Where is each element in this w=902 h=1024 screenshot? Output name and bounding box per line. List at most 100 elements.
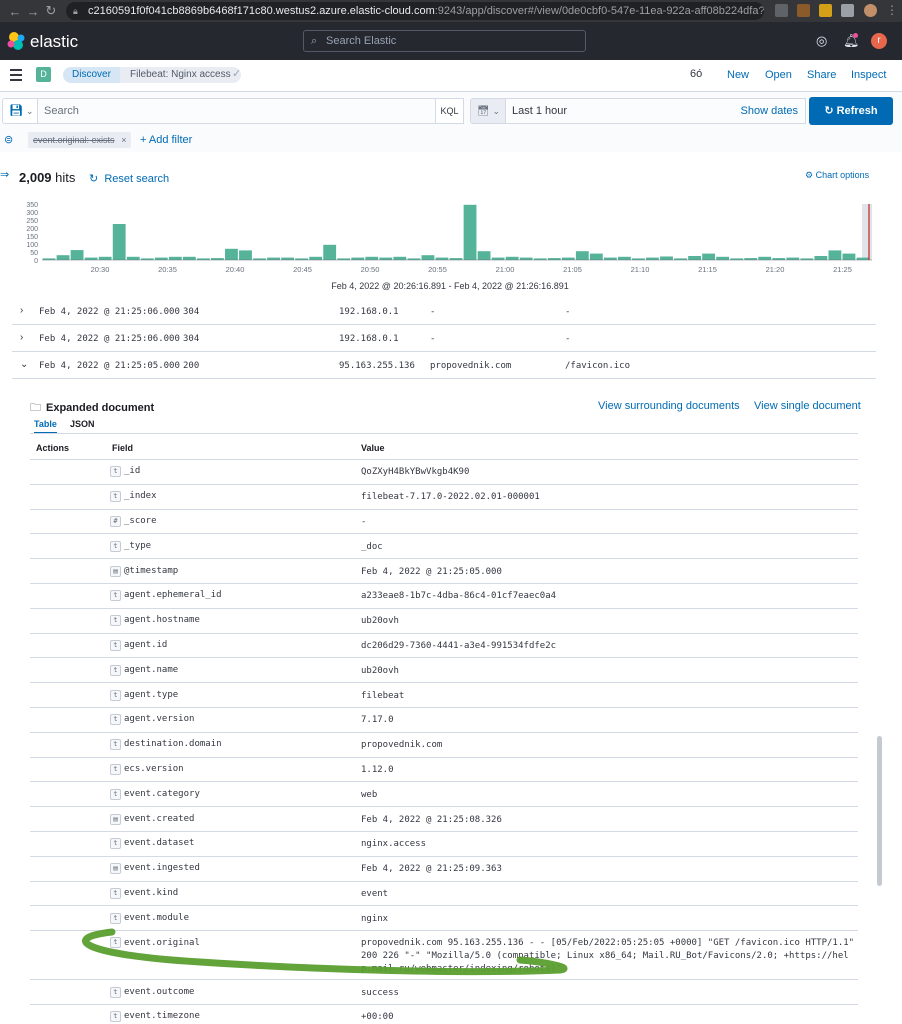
logo-text[interactable]: elastic bbox=[30, 32, 78, 52]
histogram-bar bbox=[365, 256, 379, 260]
expanded-doc-title-text: Expanded document bbox=[46, 402, 155, 414]
open-button[interactable]: Open bbox=[765, 69, 792, 81]
histogram-bar bbox=[477, 251, 491, 260]
histogram-bar bbox=[393, 256, 407, 260]
string-type-icon: t bbox=[110, 912, 121, 924]
filter-icon[interactable]: ⊜ bbox=[4, 133, 13, 146]
y-tick-label: 150 bbox=[26, 234, 38, 241]
tab-table[interactable]: Table bbox=[34, 419, 57, 434]
row-domain: - bbox=[430, 334, 436, 344]
y-tick-label: 300 bbox=[26, 210, 38, 217]
histogram-bar bbox=[98, 256, 112, 260]
menu-dots-icon[interactable]: ⋮ bbox=[886, 3, 898, 17]
row-path: - bbox=[565, 307, 571, 317]
share-icon[interactable] bbox=[775, 4, 788, 17]
search-icon: ⌕ bbox=[311, 35, 318, 47]
space-avatar[interactable]: D bbox=[36, 67, 51, 82]
histogram-bar bbox=[786, 257, 800, 260]
avatar[interactable]: r bbox=[871, 33, 887, 49]
scrollbar[interactable] bbox=[877, 736, 882, 886]
row-path: - bbox=[565, 334, 571, 344]
expand-chevron-icon[interactable]: › bbox=[20, 305, 23, 316]
row-status: 304 bbox=[183, 334, 200, 344]
field-row: t agent.type filebeat bbox=[30, 683, 858, 708]
calendar-icon: 📅︎ bbox=[477, 106, 490, 117]
histogram-bar bbox=[154, 257, 168, 260]
row-domain: - bbox=[430, 307, 436, 317]
table-row[interactable]: ⌄ Feb 4, 2022 @ 21:25:05.000 200 95.163.255… bbox=[12, 352, 876, 379]
field-row: t event.kind event bbox=[30, 882, 858, 907]
histogram-bar bbox=[267, 257, 280, 260]
histogram-bar bbox=[716, 256, 730, 260]
x-tick-label: 20:55 bbox=[428, 265, 447, 274]
forward-icon[interactable]: → bbox=[24, 4, 42, 19]
field-row: ▤ event.ingested Feb 4, 2022 @ 21:25:09.36… bbox=[30, 857, 858, 882]
histogram-bar bbox=[225, 248, 238, 260]
histogram-bar bbox=[168, 256, 182, 260]
extension-icon[interactable] bbox=[797, 4, 810, 17]
histogram-bar bbox=[126, 256, 140, 260]
field-value: filebeat bbox=[361, 690, 405, 701]
field-name: event.module bbox=[124, 912, 190, 923]
histogram-chart[interactable]: 350300250200150100500 20:30 20:35 20:40 20:4… bbox=[12, 160, 888, 280]
tab-json[interactable]: JSON bbox=[70, 419, 95, 432]
sidebar-toggle-icon[interactable]: ⇒ bbox=[0, 168, 9, 181]
add-filter-button[interactable]: + Add filter bbox=[140, 134, 192, 146]
refresh-button[interactable]: ↻ Refresh bbox=[809, 97, 893, 125]
view-single-link[interactable]: View single document bbox=[754, 400, 861, 412]
puzzle-icon[interactable] bbox=[841, 4, 854, 17]
view-surrounding-link[interactable]: View surrounding documents bbox=[598, 400, 740, 412]
new-button[interactable]: New bbox=[727, 69, 749, 81]
filter-pill[interactable]: event.original: exists × bbox=[28, 132, 131, 148]
field-name: agent.id bbox=[124, 639, 168, 650]
row-ip: 192.168.0.1 bbox=[339, 334, 399, 344]
histogram-bar bbox=[814, 256, 828, 260]
date-type-icon: ▤ bbox=[110, 813, 121, 825]
saved-query-button[interactable]: 💾︎ ⌄ bbox=[2, 98, 38, 124]
notification-dot bbox=[853, 33, 858, 38]
help-icon[interactable]: ◎ bbox=[816, 33, 827, 49]
show-dates-link[interactable]: Show dates bbox=[741, 99, 798, 123]
expand-chevron-icon[interactable]: › bbox=[20, 332, 23, 343]
histogram-bar bbox=[646, 257, 659, 260]
search-input[interactable]: Search bbox=[38, 98, 436, 124]
histogram-bar bbox=[309, 256, 323, 260]
address-bar[interactable]: 🔒︎ c2160591f0f041cb8869b6468f171c80.west… bbox=[66, 2, 764, 20]
field-name: agent.type bbox=[124, 689, 179, 700]
global-search-input[interactable]: ⌕ Search Elastic bbox=[303, 30, 586, 52]
breadcrumb-discover[interactable]: Discover bbox=[63, 67, 121, 83]
inspect-button[interactable]: Inspect bbox=[851, 69, 886, 81]
field-value: nginx bbox=[361, 913, 389, 924]
string-type-icon: t bbox=[110, 491, 121, 503]
folder-icon: 🗀 bbox=[30, 402, 41, 414]
histogram-panel: 2,009 hits ↻ Reset search ⚙ Chart option… bbox=[12, 160, 888, 298]
field-row: t _type _doc bbox=[30, 534, 858, 560]
chevron-down-icon: ⌄ bbox=[26, 106, 34, 116]
menu-icon[interactable] bbox=[10, 69, 22, 84]
x-tick-label: 21:25 bbox=[833, 265, 852, 274]
row-timestamp: Feb 4, 2022 @ 21:25:06.000 bbox=[39, 334, 180, 344]
profile-icon[interactable] bbox=[864, 4, 877, 17]
kql-toggle[interactable]: KQL bbox=[436, 98, 464, 124]
field-value: success bbox=[361, 987, 399, 998]
back-icon[interactable]: ← bbox=[6, 4, 24, 19]
field-name: event.timezone bbox=[124, 1011, 200, 1022]
table-row[interactable]: › Feb 4, 2022 @ 21:25:06.000 304 192.168.0.… bbox=[12, 325, 876, 352]
close-icon[interactable]: × bbox=[121, 132, 126, 148]
expand-chevron-icon[interactable]: ⌄ bbox=[20, 359, 28, 370]
elastic-logo-icon[interactable] bbox=[6, 31, 26, 51]
field-value: _doc bbox=[361, 541, 383, 552]
reading-glasses-icon[interactable]: 6ó bbox=[690, 68, 702, 80]
calendar-button[interactable]: 📅︎ ⌄ bbox=[470, 98, 506, 124]
extension-icon[interactable] bbox=[819, 4, 832, 17]
date-range[interactable]: Last 1 hour Show dates bbox=[506, 98, 806, 124]
table-row[interactable]: › Feb 4, 2022 @ 21:25:06.000 304 192.168.0.… bbox=[12, 298, 876, 325]
y-tick-label: 350 bbox=[26, 202, 38, 209]
share-button[interactable]: Share bbox=[807, 69, 836, 81]
field-value: a233eae8-1b7c-4dba-86c4-01cf7eaec0a4 bbox=[361, 591, 557, 602]
string-type-icon: t bbox=[110, 739, 121, 751]
row-status: 200 bbox=[183, 361, 200, 371]
reload-icon[interactable]: ↻ bbox=[42, 3, 60, 19]
histogram-bar bbox=[758, 256, 772, 260]
row-timestamp: Feb 4, 2022 @ 21:25:06.000 bbox=[39, 307, 180, 317]
